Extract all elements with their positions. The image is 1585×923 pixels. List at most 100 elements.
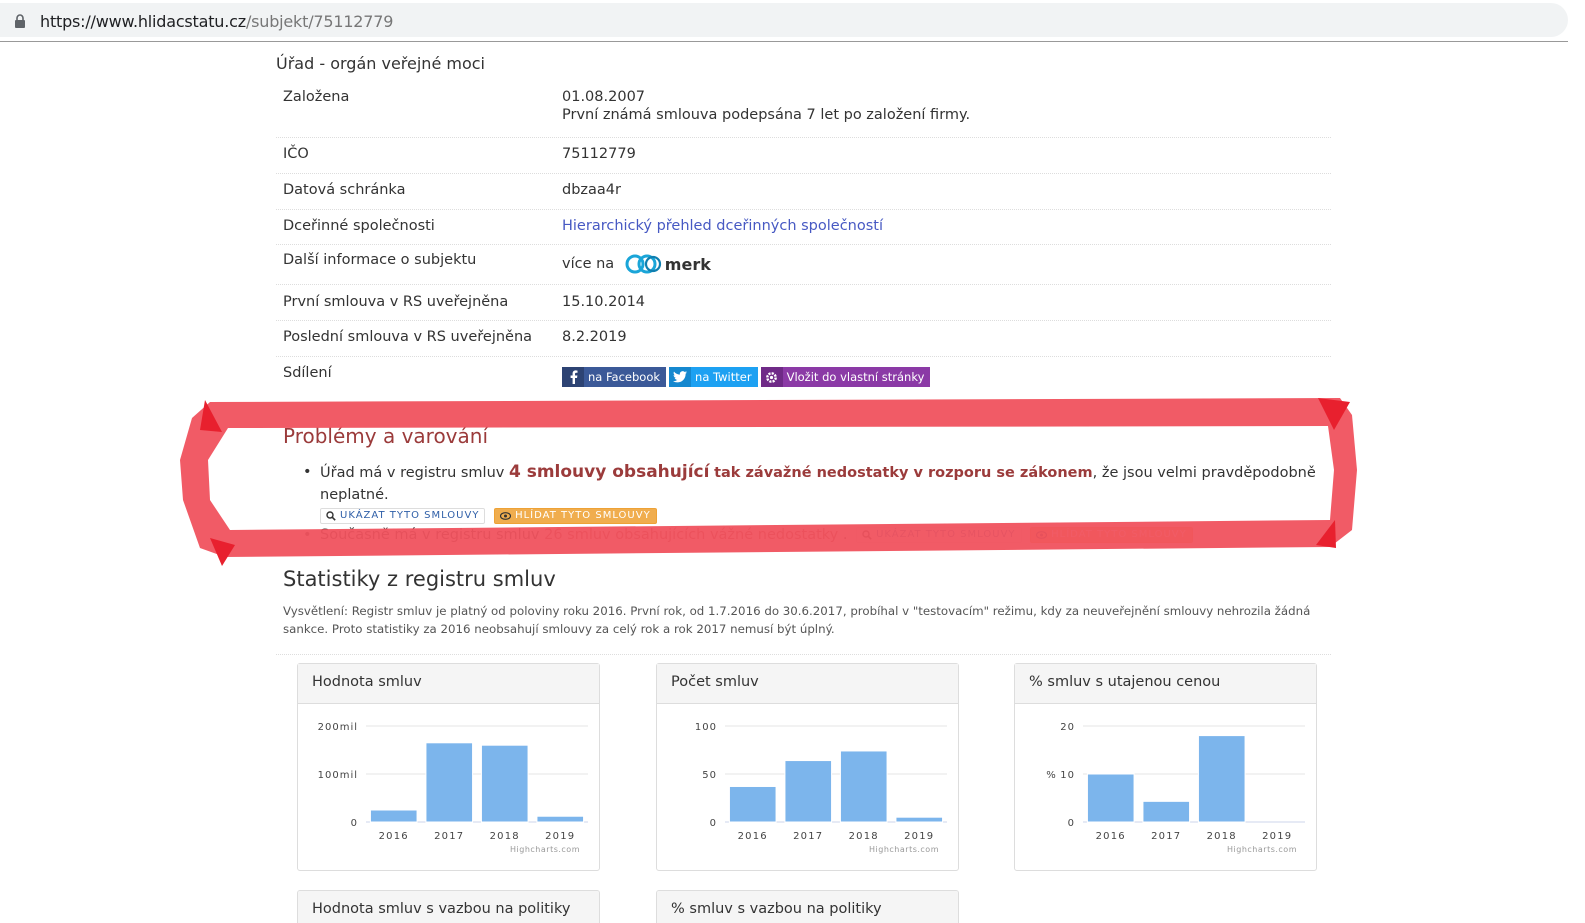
subsidiaries-label: Dceřinné společnosti — [283, 218, 435, 234]
warning-item-invalid: Úřad má v registru smluv 4 smlouvy obsah… — [303, 461, 1353, 525]
last-contract-value: 8.2.2019 — [562, 329, 627, 345]
last-contract-label: Poslední smlouva v RS uveřejněna — [283, 329, 533, 345]
row-sharing: Sdílení na Facebook na Twitter Vložit do… — [276, 357, 1331, 391]
chart-count: 0 50 100 2016 2017 2018 2019 Highcharts.com — [695, 722, 947, 854]
row-last-contract: Poslední smlouva v RS uveřejněna 8.2.201… — [276, 321, 1331, 357]
warnings-list: Úřad má v registru smluv 4 smlouvy obsah… — [303, 461, 1353, 546]
warning-item1-prefix: Úřad má v registru smluv — [320, 465, 505, 481]
first-contract-label: První smlouva v RS uveřejněna — [283, 294, 509, 310]
url-field[interactable]: https://www.hlidacstatu.cz/subjekt/75112… — [0, 3, 1568, 37]
entity-info-table: Založena 01.08.2007 První známá smlouva … — [276, 82, 1331, 391]
facebook-icon — [562, 367, 584, 387]
chart-panel-title: % smluv s vazbou na politiky — [657, 891, 958, 923]
stats-title: Statistiky z registru smluv — [283, 567, 556, 591]
chart-panel-politics-percent: % smluv s vazbou na politiky — [656, 890, 959, 923]
databox-label: Datová schránka — [283, 182, 406, 198]
ico-value: 75112779 — [562, 146, 636, 162]
chart-hidden-price: 0 10 20% 2016 2017 2018 2019 Highcharts.com — [1046, 722, 1305, 854]
y-tick-label: 0 — [351, 818, 358, 829]
x-tick-label: 2016 — [738, 831, 768, 842]
warning-item2-prefix: Současně má v registru smluv — [320, 527, 540, 543]
share-embed-label: Vložit do vlastní stránky — [786, 370, 925, 384]
stats-note: Vysvětlení: Registr smluv je platný od p… — [283, 604, 1311, 636]
more-info-label: Další informace o subjektu — [283, 252, 477, 268]
x-tick-label: 2017 — [434, 831, 464, 842]
bar-2018 — [839, 750, 888, 823]
row-more-info: Další informace o subjektu více na merk — [276, 245, 1331, 285]
warning-item1-actions: UKÁZAT TYTO SMLOUVY HLÍDAT TYTO SMLOUVY — [320, 507, 1353, 525]
share-twitter-label: na Twitter — [695, 370, 752, 384]
founded-note: První známá smlouva podepsána 7 let po z… — [562, 107, 971, 123]
merk-logo-word: merk — [664, 254, 711, 274]
bar-2018 — [1197, 735, 1246, 823]
chart-panel-title: Hodnota smluv s vazbou na politiky — [298, 891, 599, 923]
url-host: https://www.hlidacstatu.cz — [40, 12, 246, 31]
bar-2019 — [536, 815, 585, 823]
url-path: /subjekt/75112779 — [245, 12, 394, 31]
watch-contracts-label-2: HLÍDAT TYTO SMLOUVY — [1051, 529, 1187, 540]
search-icon — [862, 530, 872, 540]
chart-panel-title: Hodnota smluv — [298, 664, 599, 704]
share-embed-button[interactable]: Vložit do vlastní stránky — [760, 367, 931, 387]
warning-item2-link[interactable]: 26 smluv obsahujících vážné nedostatky — [544, 527, 838, 543]
row-databox: Datová schránka dbzaa4r — [276, 174, 1331, 210]
twitter-icon — [669, 367, 692, 387]
watch-contracts-button-2[interactable]: HLÍDAT TYTO SMLOUVY — [1030, 527, 1193, 543]
bar-2019 — [895, 816, 944, 823]
gear-icon — [760, 367, 783, 387]
chart-panel-count: Počet smluv 0 50 100 2016 2017 2018 2019 Highch… — [656, 663, 959, 871]
show-contracts-button[interactable]: UKÁZAT TYTO SMLOUVY — [320, 508, 486, 524]
show-contracts-button-2[interactable]: UKÁZAT TYTO SMLOUVY — [856, 527, 1022, 543]
bar-2017 — [425, 742, 474, 823]
x-tick-label: 2016 — [379, 831, 409, 842]
eye-icon — [1036, 531, 1048, 539]
row-first-contract: První smlouva v RS uveřejněna 15.10.2014 — [276, 285, 1331, 321]
y-tick-label: 200mil — [318, 722, 358, 733]
bar-2016 — [1086, 773, 1135, 823]
y-tick-label: 20 — [1060, 722, 1075, 733]
bar-2017 — [1142, 800, 1191, 823]
founded-value: 01.08.2007 — [562, 89, 646, 105]
show-contracts-label-2: UKÁZAT TYTO SMLOUVY — [876, 529, 1016, 540]
chart-panel-hidden-price: % smluv s utajenou cenou 0 10 20% 2016 2017 2… — [1014, 663, 1317, 871]
founded-value-cell: 01.08.2007 První známá smlouva podepsána… — [562, 89, 1331, 137]
share-facebook-button[interactable]: na Facebook — [562, 367, 667, 387]
databox-value: dbzaa4r — [562, 182, 621, 198]
chart-panel-title: Počet smluv — [657, 664, 958, 704]
sharing-label: Sdílení — [283, 365, 332, 381]
watch-contracts-button[interactable]: HLÍDAT TYTO SMLOUVY — [494, 508, 657, 524]
browser-address-bar: https://www.hlidacstatu.cz/subjekt/75112… — [0, 0, 1585, 40]
y-tick-label: 0 — [710, 818, 717, 829]
share-twitter-button[interactable]: na Twitter — [669, 367, 758, 387]
founded-label: Založena — [283, 89, 350, 105]
warning-item-serious: Současně má v registru smluv 26 smluv ob… — [303, 524, 1353, 546]
x-tick-label: 2016 — [1096, 831, 1126, 842]
highcharts-credit: Highcharts.com — [510, 845, 580, 854]
url-text: https://www.hlidacstatu.cz/subjekt/75112… — [40, 12, 393, 31]
row-founded: Založena 01.08.2007 První známá smlouva … — [276, 82, 1331, 138]
entity-type-heading: Úřad - orgán veřejné moci — [276, 54, 485, 73]
chart-panel-value: Hodnota smluv 0 100mil 200mil 2016 2017 2018 2… — [297, 663, 600, 871]
row-subsidiaries: Dceřinné společnosti Hierarchický přehle… — [276, 210, 1331, 245]
warning-item1-count[interactable]: 4 smlouvy obsahující — [509, 462, 709, 482]
y-tick-label: 50 — [702, 770, 717, 781]
eye-icon — [500, 512, 512, 520]
first-contract-value: 15.10.2014 — [562, 294, 646, 310]
lock-icon — [15, 14, 25, 28]
bar-2016 — [728, 785, 777, 823]
x-tick-label: 2017 — [1151, 831, 1181, 842]
subsidiaries-link[interactable]: Hierarchický přehled dceřinných společno… — [562, 218, 883, 234]
merk-link[interactable]: merk — [625, 252, 711, 276]
chart-panel-politics-value: Hodnota smluv s vazbou na politiky — [297, 890, 600, 923]
y-tick-label: 10 — [1060, 770, 1075, 781]
search-icon — [326, 511, 336, 521]
x-tick-label: 2017 — [793, 831, 823, 842]
y-axis-label: % — [1046, 770, 1056, 781]
y-tick-label: 100mil — [318, 770, 358, 781]
x-tick-label: 2019 — [545, 831, 575, 842]
warnings-title: Problémy a varování — [283, 424, 489, 448]
address-bar-divider — [0, 41, 1568, 42]
row-ico: IČO 75112779 — [276, 138, 1331, 174]
chart-value: 0 100mil 200mil 2016 2017 2018 2019 Highcharts.… — [318, 722, 588, 854]
y-tick-label: 100 — [695, 722, 717, 733]
